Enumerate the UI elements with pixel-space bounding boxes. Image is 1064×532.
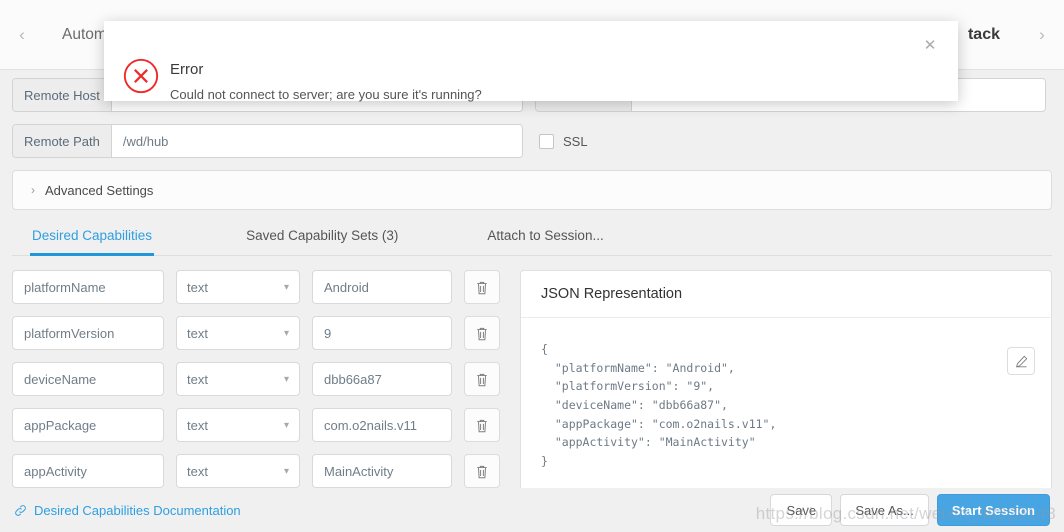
error-circle-x-icon bbox=[123, 58, 159, 94]
tab-saved-capability-sets[interactable]: Saved Capability Sets (3) bbox=[244, 222, 400, 256]
error-dialog: Error Could not connect to server; are y… bbox=[104, 21, 958, 102]
json-panel-title: JSON Representation bbox=[521, 271, 1051, 318]
delete-capability-button[interactable] bbox=[464, 316, 500, 350]
table-row: platformName text ▾ Android bbox=[12, 270, 504, 304]
table-row: platformVersion text ▾ 9 bbox=[12, 316, 504, 350]
delete-capability-button[interactable] bbox=[464, 270, 500, 304]
table-row: appPackage text ▾ com.o2nails.v11 bbox=[12, 408, 504, 442]
chevron-right-icon: › bbox=[31, 183, 35, 197]
capability-type-value: text bbox=[187, 371, 208, 387]
ssl-label: SSL bbox=[563, 133, 588, 149]
capability-name-input[interactable]: deviceName bbox=[12, 362, 164, 396]
capability-type-value: text bbox=[187, 279, 208, 295]
error-dialog-title: Error bbox=[170, 61, 204, 78]
capability-name-input[interactable]: platformName bbox=[12, 270, 164, 304]
trash-icon bbox=[477, 373, 487, 386]
table-row: appActivity text ▾ MainActivity bbox=[12, 454, 504, 488]
capability-value-input[interactable]: Android bbox=[312, 270, 452, 304]
close-icon[interactable]: ✕ bbox=[920, 35, 940, 55]
capability-type-select[interactable]: text ▾ bbox=[176, 316, 300, 350]
capabilities-area: platformName text ▾ Android platformVers… bbox=[12, 270, 1052, 500]
footer-bar: Desired Capabilities Documentation Save … bbox=[0, 488, 1064, 532]
capability-rows: platformName text ▾ Android platformVers… bbox=[12, 270, 504, 500]
capability-value-input[interactable]: 9 bbox=[312, 316, 452, 350]
trash-icon bbox=[477, 281, 487, 294]
capability-type-select[interactable]: text ▾ bbox=[176, 270, 300, 304]
trash-icon bbox=[477, 465, 487, 478]
link-icon bbox=[15, 504, 26, 516]
chevron-down-icon: ▾ bbox=[283, 419, 289, 431]
start-session-button[interactable]: Start Session bbox=[936, 494, 1050, 526]
chevron-left-icon[interactable]: ‹ bbox=[0, 26, 44, 43]
capability-type-select[interactable]: text ▾ bbox=[176, 362, 300, 396]
capability-value-input[interactable]: com.o2nails.v11 bbox=[312, 408, 452, 442]
error-dialog-message: Could not connect to server; are you sur… bbox=[170, 87, 482, 102]
capability-name-input[interactable]: appActivity bbox=[12, 454, 164, 488]
capability-type-select[interactable]: text ▾ bbox=[176, 408, 300, 442]
chevron-down-icon: ▾ bbox=[283, 327, 289, 339]
json-code-block: { "platformName": "Android", "platformVe… bbox=[541, 342, 777, 468]
ssl-checkbox-group[interactable]: SSL bbox=[535, 124, 588, 158]
capability-tabs: Desired Capabilities Saved Capability Se… bbox=[12, 222, 1052, 256]
json-representation-panel: JSON Representation { "platformName": "A… bbox=[520, 270, 1052, 498]
page-title-left: Autom bbox=[62, 25, 107, 43]
remote-path-group: Remote Path bbox=[12, 124, 523, 158]
tab-desired-capabilities[interactable]: Desired Capabilities bbox=[30, 222, 155, 256]
trash-icon bbox=[477, 327, 487, 340]
chevron-down-icon: ▾ bbox=[283, 281, 289, 293]
table-row: deviceName text ▾ dbb66a87 bbox=[12, 362, 504, 396]
capability-name-input[interactable]: appPackage bbox=[12, 408, 164, 442]
advanced-settings-label: Advanced Settings bbox=[45, 182, 154, 198]
capability-value-input[interactable]: MainActivity bbox=[312, 454, 452, 488]
remote-path-input[interactable] bbox=[111, 125, 522, 157]
capability-value-input[interactable]: dbb66a87 bbox=[312, 362, 452, 396]
doc-link-label: Desired Capabilities Documentation bbox=[34, 502, 241, 518]
server-path-row: Remote Path SSL bbox=[12, 124, 1052, 158]
capability-type-value: text bbox=[187, 417, 208, 433]
appium-desired-capabilities-screen: ‹ Autom tack › Remote Host Remote Port R… bbox=[0, 0, 1064, 532]
save-button[interactable]: Save bbox=[770, 494, 833, 526]
main-content: Remote Host Remote Port Remote Path SSL … bbox=[0, 70, 1064, 498]
capability-name-input[interactable]: platformVersion bbox=[12, 316, 164, 350]
capability-type-value: text bbox=[187, 325, 208, 341]
trash-icon bbox=[477, 419, 487, 432]
delete-capability-button[interactable] bbox=[464, 362, 500, 396]
tab-attach-to-session[interactable]: Attach to Session... bbox=[485, 222, 605, 256]
advanced-settings-toggle[interactable]: › Advanced Settings bbox=[12, 170, 1052, 210]
capability-type-select[interactable]: text ▾ bbox=[176, 454, 300, 488]
remote-path-label: Remote Path bbox=[13, 125, 112, 157]
chevron-down-icon: ▾ bbox=[283, 465, 289, 477]
chevron-right-icon[interactable]: › bbox=[1020, 26, 1064, 43]
edit-json-button[interactable] bbox=[1007, 347, 1035, 375]
delete-capability-button[interactable] bbox=[464, 408, 500, 442]
chevron-down-icon: ▾ bbox=[283, 373, 289, 385]
capability-type-value: text bbox=[187, 463, 208, 479]
save-as-button[interactable]: Save As... bbox=[840, 494, 929, 526]
delete-capability-button[interactable] bbox=[464, 454, 500, 488]
pencil-icon bbox=[1015, 355, 1027, 367]
ssl-checkbox[interactable] bbox=[539, 133, 554, 149]
desired-capabilities-documentation-link[interactable]: Desired Capabilities Documentation bbox=[14, 503, 241, 518]
remote-host-label: Remote Host bbox=[13, 79, 112, 111]
page-title-right: tack bbox=[967, 25, 1000, 43]
